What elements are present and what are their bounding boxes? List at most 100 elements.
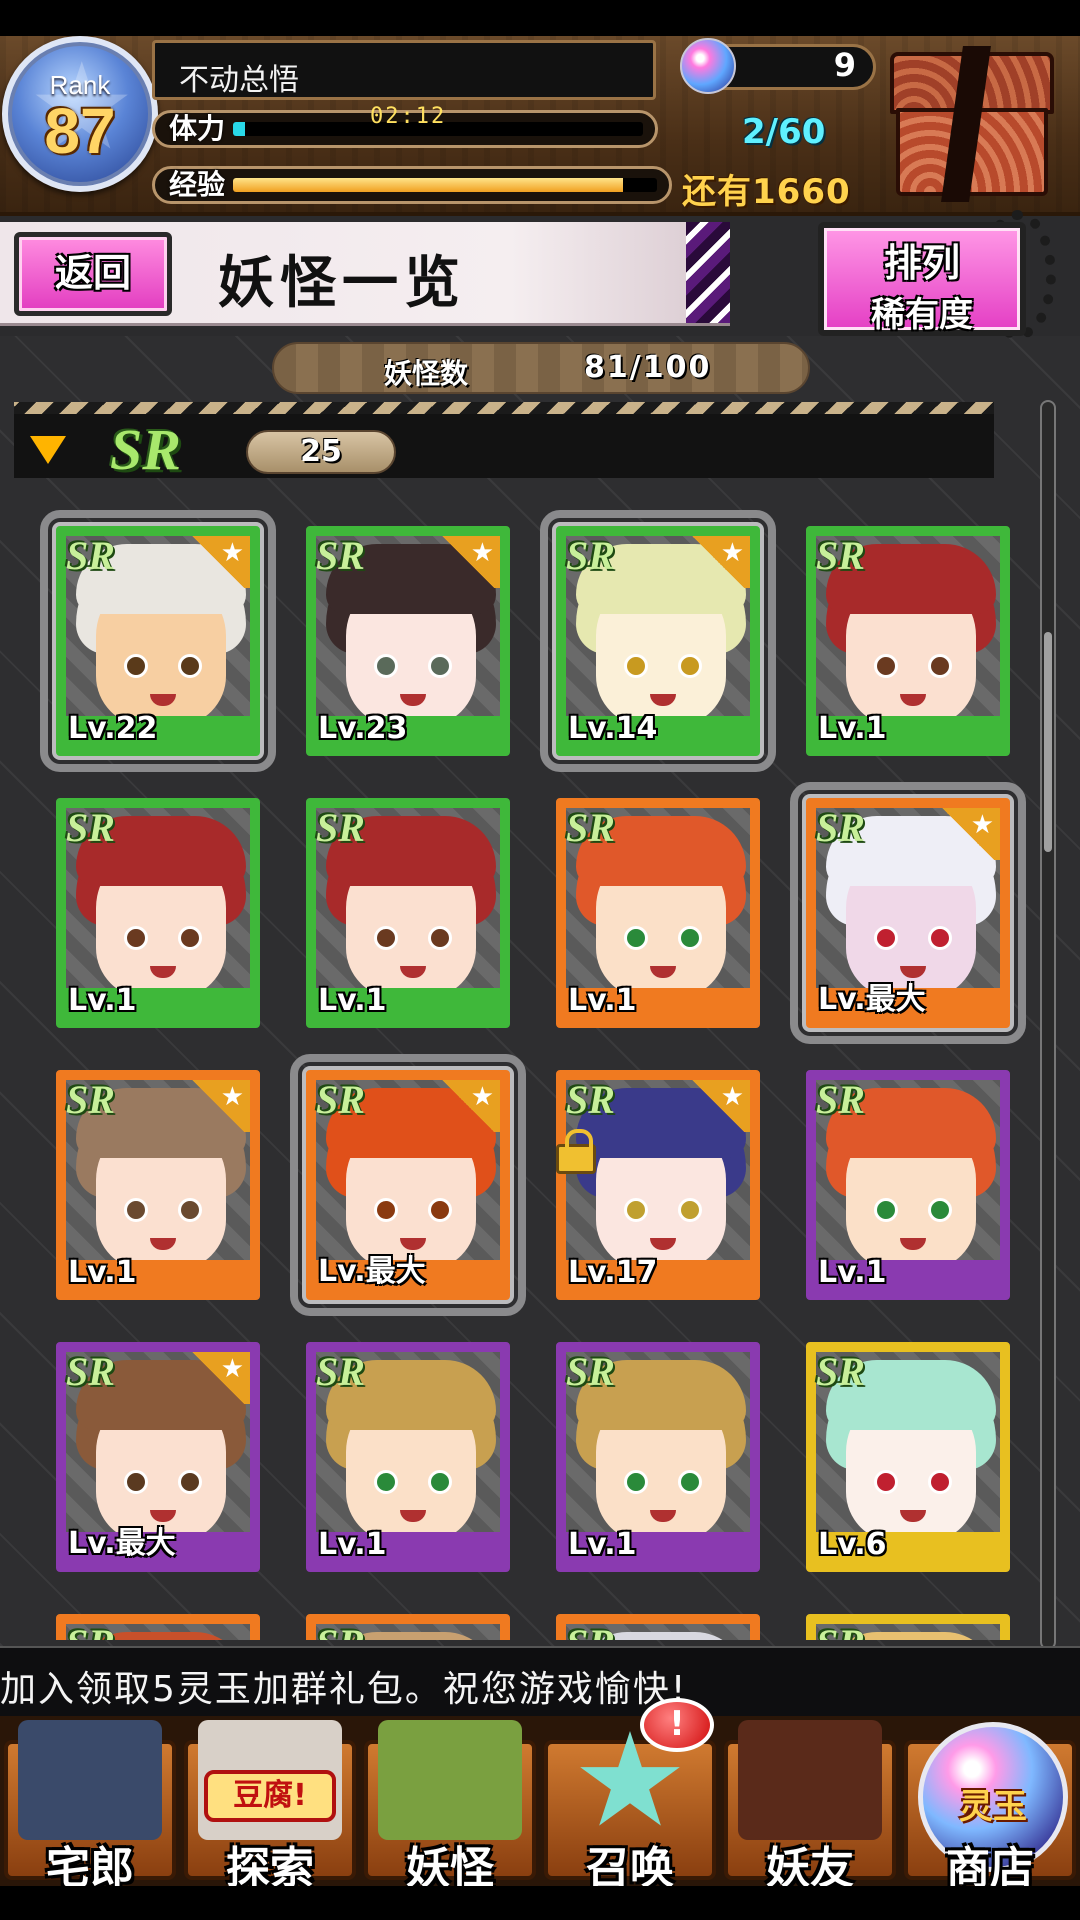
card-level: Lv.6 [818,1527,887,1562]
monster-card[interactable]: SR ★ Lv.最大 [56,1342,260,1572]
monster-card[interactable]: SR [306,1614,510,1640]
exp-label: 经验 [169,168,226,201]
catgirl-icon [738,1720,882,1840]
card-level: Lv.23 [318,711,408,746]
sort-button[interactable]: 排列 稀有度 [818,222,1026,336]
monster-count-label: 妖怪数 [384,357,469,390]
monster-count-bar: 妖怪数 81/100 [272,342,810,394]
monster-card[interactable]: SR [56,1614,260,1640]
scrollbar-thumb[interactable] [1044,632,1052,852]
card-rarity: SR [566,533,615,578]
card-level: Lv.最大 [318,1254,426,1289]
card-rarity: SR [66,805,115,850]
nav-item-2[interactable]: 妖怪 [360,1716,540,1894]
monster-card[interactable]: SR Lv.1 [556,798,760,1028]
monster-card[interactable]: SR Lv.1 [806,1070,1010,1300]
card-level: Lv.1 [818,711,887,746]
card-level: Lv.1 [818,1255,887,1290]
monster-card[interactable]: SR Lv.1 [56,798,260,1028]
back-button-label: 返回 [54,251,131,295]
lock-icon [556,1129,596,1174]
monster-grid: SR ★ Lv.22 SR ★ Lv.23 SR ★ Lv.14 SR Lv.1 SR Lv.1 SR Lv… [0,490,1040,1640]
gem-value: 9 [833,46,856,84]
card-level: Lv.最大 [68,1526,176,1561]
monster-card[interactable]: SR Lv.1 [306,798,510,1028]
stamina-fill [233,122,246,136]
card-rarity: SR [816,1077,865,1122]
status-bar [0,0,1080,36]
scroll-icon [378,1720,522,1840]
rarity-section-header[interactable]: SR 25 [14,402,994,482]
monster-card[interactable]: SR [806,1614,1010,1640]
card-level: Lv.1 [68,983,137,1018]
card-rarity: SR [816,1349,865,1394]
card-rarity: SR [316,1349,365,1394]
monster-card[interactable]: SR ★ Lv.17 [556,1070,760,1300]
card-rarity: SR [566,805,615,850]
card-level: Lv.1 [318,1527,387,1562]
favorite-star-icon: ★ [186,536,250,588]
favorite-star-icon: ★ [936,808,1000,860]
monster-count-value: 81/100 [584,350,712,385]
card-rarity: SR [566,1349,615,1394]
rank-value: 87 [44,95,116,167]
card-level: Lv.最大 [818,982,926,1017]
card-level: Lv.14 [568,711,658,746]
card-rarity: SR [66,1077,115,1122]
favorite-star-icon: ★ [186,1080,250,1132]
card-rarity: SR [816,805,865,850]
monster-card[interactable]: SR ★ Lv.最大 [790,782,1026,1044]
card-level: Lv.17 [568,1255,658,1290]
sort-button-label: 排列 [883,241,960,285]
monster-card[interactable]: SR ★ Lv.22 [40,510,276,772]
card-level: Lv.22 [68,711,158,746]
exp-bar: 经验 [152,166,672,204]
monster-card[interactable]: SR ★ Lv.14 [540,510,776,772]
card-rarity: SR [816,1620,865,1640]
monster-card[interactable]: SR ★ Lv.1 [56,1070,260,1300]
monster-card[interactable]: SR ★ Lv.23 [306,526,510,756]
card-rarity: SR [566,1620,615,1640]
rarity-count: 25 [246,430,396,474]
favorite-star-icon: ★ [686,536,750,588]
nav-item-0[interactable]: 宅郎 [0,1716,180,1894]
app-screen: ★ Rank 87 不动总悟 体力 02:12 经验 9 2/60 还有1660… [0,0,1080,1920]
navigation-bar [0,1886,1080,1920]
sort-mode-label: 稀有度 [871,295,973,335]
monster-card[interactable]: SR Lv.1 [556,1342,760,1572]
card-level: Lv.1 [568,983,637,1018]
rank-badge[interactable]: ★ Rank 87 [2,36,158,192]
card-level: Lv.1 [318,983,387,1018]
card-rarity: SR [316,805,365,850]
exp-fill [233,178,624,192]
player-name: 不动总悟 [179,63,299,98]
scrollbar[interactable] [1040,400,1056,1650]
alert-badge-icon: ! [640,1698,714,1752]
card-level: Lv.1 [68,1255,137,1290]
treasure-chest-icon[interactable] [882,46,1062,202]
monster-card[interactable]: SR [556,1614,760,1640]
favorite-star-icon: ★ [436,1080,500,1132]
exp-remaining: 还有1660 [682,172,851,212]
monster-card[interactable]: SR Lv.1 [306,1342,510,1572]
card-rarity: SR [316,1077,365,1122]
nav-item-1[interactable]: 豆腐! 探索 [180,1716,360,1894]
stamina-count: 2/60 [742,112,826,152]
nav-item-5[interactable]: 灵玉 商店 [900,1716,1080,1894]
nav-item-4[interactable]: 妖友 [720,1716,900,1894]
house-icon [18,1720,162,1840]
bottom-nav: 宅郎 豆腐! 探索 妖怪 ★ 召唤 妖友 灵玉 商店 [0,1715,1080,1894]
back-button[interactable]: 返回 [14,232,172,316]
monster-card[interactable]: SR ★ Lv.最大 [290,1054,526,1316]
stamina-label: 体力 [169,112,226,145]
card-rarity: SR [66,533,115,578]
monster-card[interactable]: SR Lv.6 [806,1342,1010,1572]
card-rarity: SR [316,1620,365,1640]
nav-sub-label: 豆腐! [204,1770,336,1822]
spirit-jade-icon [680,38,736,94]
collapse-triangle-icon[interactable] [30,436,66,464]
monster-card[interactable]: SR Lv.1 [806,526,1010,756]
rarity-label: SR [110,417,181,482]
card-rarity: SR [66,1349,115,1394]
favorite-star-icon: ★ [186,1352,250,1404]
